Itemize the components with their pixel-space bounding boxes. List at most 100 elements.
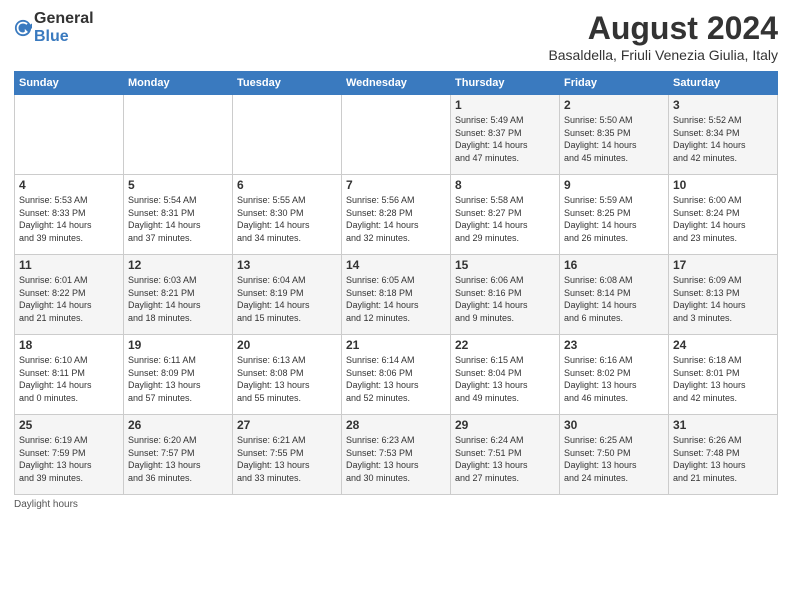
day-number: 29 [455,418,555,432]
cell-info: Sunrise: 6:18 AMSunset: 8:01 PMDaylight:… [673,354,773,404]
col-friday: Friday [560,72,669,95]
cell-2-7: 10 Sunrise: 6:00 AMSunset: 8:24 PMDayligh… [669,175,778,255]
cell-3-7: 17 Sunrise: 6:09 AMSunset: 8:13 PMDayligh… [669,255,778,335]
cell-5-4: 28 Sunrise: 6:23 AMSunset: 7:53 PMDayligh… [342,415,451,495]
cell-3-2: 12 Sunrise: 6:03 AMSunset: 8:21 PMDayligh… [124,255,233,335]
cell-info: Sunrise: 6:25 AMSunset: 7:50 PMDaylight:… [564,434,664,484]
cell-5-2: 26 Sunrise: 6:20 AMSunset: 7:57 PMDayligh… [124,415,233,495]
logo: General Blue [14,10,94,45]
day-number: 12 [128,258,228,272]
cell-2-5: 8 Sunrise: 5:58 AMSunset: 8:27 PMDaylight… [451,175,560,255]
cell-2-4: 7Sunrise: 5:56 AMSunset: 8:28 PMDaylight… [342,175,451,255]
col-saturday: Saturday [669,72,778,95]
cell-5-7: 31Sunrise: 6:26 AMSunset: 7:48 PMDayligh… [669,415,778,495]
cell-1-5: 1Sunrise: 5:49 AMSunset: 8:37 PMDaylight… [451,95,560,175]
cell-4-4: 21 Sunrise: 6:14 AMSunset: 8:06 PMDayligh… [342,335,451,415]
day-number: 26 [128,418,228,432]
logo-icon [14,19,32,37]
cell-info: Sunrise: 5:58 AMSunset: 8:27 PMDaylight:… [455,194,555,244]
day-number: 22 [455,338,555,352]
cell-info: Sunrise: 6:15 AMSunset: 8:04 PMDaylight:… [455,354,555,404]
cell-info: Sunrise: 6:04 AMSunset: 8:19 PMDaylight:… [237,274,337,324]
day-number: 27 [237,418,337,432]
cell-info: Sunrise: 6:03 AMSunset: 8:21 PMDaylight:… [128,274,228,324]
header-row: Sunday Monday Tuesday Wednesday Thursday… [15,72,778,95]
week-row-4: 18 Sunrise: 6:10 AMSunset: 8:11 PMDayligh… [15,335,778,415]
cell-5-3: 27 Sunrise: 6:21 AMSunset: 7:55 PMDayligh… [233,415,342,495]
cell-info: Sunrise: 6:23 AMSunset: 7:53 PMDaylight:… [346,434,446,484]
cell-1-1 [15,95,124,175]
day-number: 31 [673,418,773,432]
cell-5-6: 30 Sunrise: 6:25 AMSunset: 7:50 PMDayligh… [560,415,669,495]
day-number: 21 [346,338,446,352]
cell-info: Sunrise: 6:13 AMSunset: 8:08 PMDaylight:… [237,354,337,404]
day-number: 30 [564,418,664,432]
cell-info: Sunrise: 6:19 AMSunset: 7:59 PMDaylight:… [19,434,119,484]
cell-info: Sunrise: 6:24 AMSunset: 7:51 PMDaylight:… [455,434,555,484]
day-number: 10 [673,178,773,192]
cell-info: Sunrise: 5:59 AMSunset: 8:25 PMDaylight:… [564,194,664,244]
cell-4-2: 19Sunrise: 6:11 AMSunset: 8:09 PMDayligh… [124,335,233,415]
day-number: 16 [564,258,664,272]
col-tuesday: Tuesday [233,72,342,95]
cell-info: Sunrise: 5:55 AMSunset: 8:30 PMDaylight:… [237,194,337,244]
day-number: 5 [128,178,228,192]
cell-info: Sunrise: 5:49 AMSunset: 8:37 PMDaylight:… [455,114,555,164]
cell-3-3: 13 Sunrise: 6:04 AMSunset: 8:19 PMDayligh… [233,255,342,335]
calendar-header: Sunday Monday Tuesday Wednesday Thursday… [15,72,778,95]
cell-info: Sunrise: 6:05 AMSunset: 8:18 PMDaylight:… [346,274,446,324]
col-wednesday: Wednesday [342,72,451,95]
day-number: 23 [564,338,664,352]
day-number: 9 [564,178,664,192]
footer-note: Daylight hours [14,499,778,510]
cell-4-1: 18 Sunrise: 6:10 AMSunset: 8:11 PMDayligh… [15,335,124,415]
cell-info: Sunrise: 5:54 AMSunset: 8:31 PMDaylight:… [128,194,228,244]
col-sunday: Sunday [15,72,124,95]
logo-general: General [34,10,94,28]
day-number: 3 [673,98,773,112]
cell-3-6: 16Sunrise: 6:08 AMSunset: 8:14 PMDayligh… [560,255,669,335]
day-number: 13 [237,258,337,272]
week-row-2: 4Sunrise: 5:53 AMSunset: 8:33 PMDaylight… [15,175,778,255]
day-number: 15 [455,258,555,272]
day-number: 18 [19,338,119,352]
calendar-body: 1Sunrise: 5:49 AMSunset: 8:37 PMDaylight… [15,95,778,495]
cell-2-3: 6 Sunrise: 5:55 AMSunset: 8:30 PMDaylight… [233,175,342,255]
day-number: 24 [673,338,773,352]
week-row-5: 25 Sunrise: 6:19 AMSunset: 7:59 PMDayligh… [15,415,778,495]
week-row-1: 1Sunrise: 5:49 AMSunset: 8:37 PMDaylight… [15,95,778,175]
col-monday: Monday [124,72,233,95]
cell-info: Sunrise: 6:20 AMSunset: 7:57 PMDaylight:… [128,434,228,484]
day-number: 8 [455,178,555,192]
col-thursday: Thursday [451,72,560,95]
cell-info: Sunrise: 6:00 AMSunset: 8:24 PMDaylight:… [673,194,773,244]
cell-info: Sunrise: 5:50 AMSunset: 8:35 PMDaylight:… [564,114,664,164]
cell-info: Sunrise: 5:56 AMSunset: 8:28 PMDaylight:… [346,194,446,244]
logo-text: General Blue [34,10,94,45]
cell-1-4 [342,95,451,175]
day-number: 19 [128,338,228,352]
cell-info: Sunrise: 6:10 AMSunset: 8:11 PMDaylight:… [19,354,119,404]
cell-2-6: 9 Sunrise: 5:59 AMSunset: 8:25 PMDaylight… [560,175,669,255]
cell-3-1: 11Sunrise: 6:01 AMSunset: 8:22 PMDayligh… [15,255,124,335]
cell-1-2 [124,95,233,175]
cell-3-4: 14Sunrise: 6:05 AMSunset: 8:18 PMDayligh… [342,255,451,335]
cell-info: Sunrise: 6:14 AMSunset: 8:06 PMDaylight:… [346,354,446,404]
page: General Blue August 2024 Basaldella, Fri… [0,0,792,612]
day-number: 6 [237,178,337,192]
day-number: 28 [346,418,446,432]
cell-info: Sunrise: 6:21 AMSunset: 7:55 PMDaylight:… [237,434,337,484]
week-row-3: 11Sunrise: 6:01 AMSunset: 8:22 PMDayligh… [15,255,778,335]
cell-4-5: 22 Sunrise: 6:15 AMSunset: 8:04 PMDayligh… [451,335,560,415]
cell-info: Sunrise: 6:09 AMSunset: 8:13 PMDaylight:… [673,274,773,324]
month-title: August 2024 [548,10,778,47]
day-number: 25 [19,418,119,432]
cell-4-6: 23Sunrise: 6:16 AMSunset: 8:02 PMDayligh… [560,335,669,415]
title-block: August 2024 Basaldella, Friuli Venezia G… [548,10,778,63]
cell-4-3: 20 Sunrise: 6:13 AMSunset: 8:08 PMDayligh… [233,335,342,415]
cell-1-7: 3Sunrise: 5:52 AMSunset: 8:34 PMDaylight… [669,95,778,175]
day-number: 20 [237,338,337,352]
cell-4-7: 24 Sunrise: 6:18 AMSunset: 8:01 PMDayligh… [669,335,778,415]
day-number: 17 [673,258,773,272]
calendar-table: Sunday Monday Tuesday Wednesday Thursday… [14,71,778,495]
